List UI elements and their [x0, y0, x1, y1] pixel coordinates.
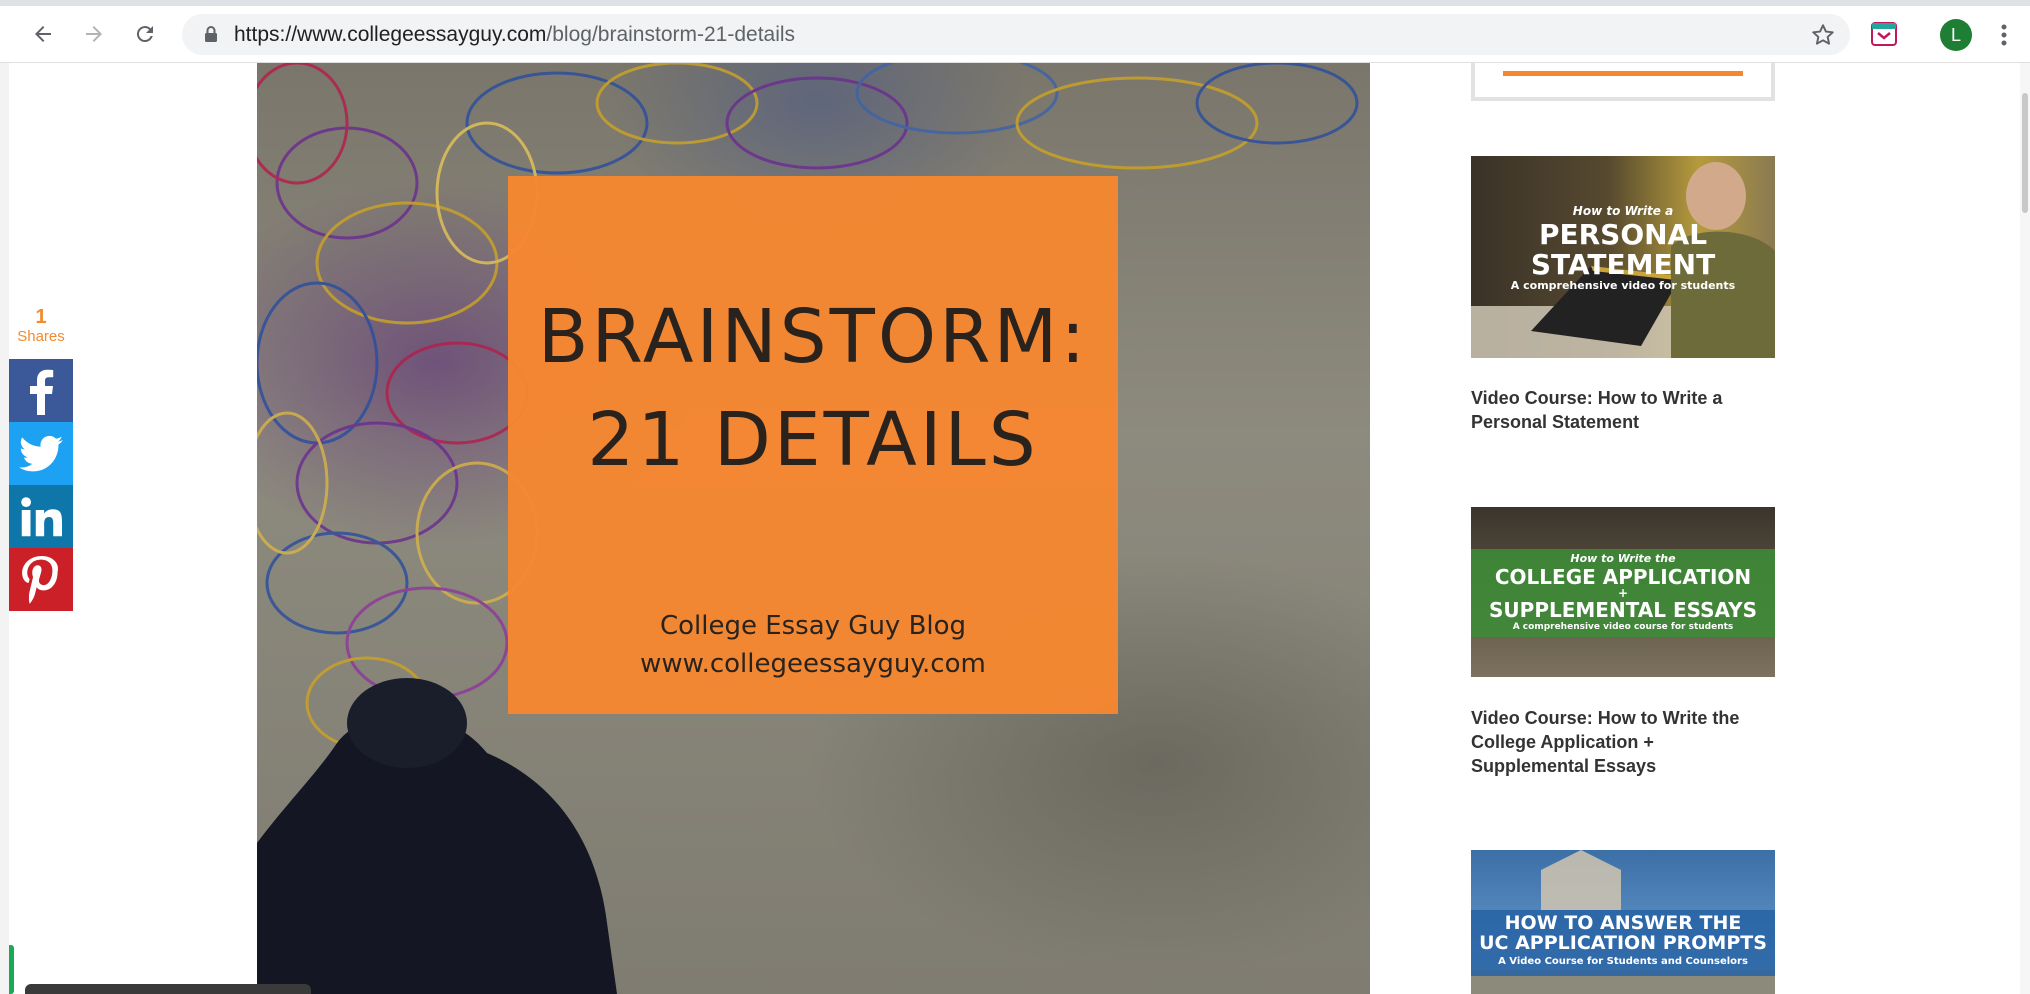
reload-button[interactable]: [127, 16, 163, 52]
back-button[interactable]: [25, 16, 61, 52]
linkedin-icon: [21, 496, 62, 536]
bookmark-star-icon[interactable]: [1810, 22, 1836, 48]
hero-subtitle: College Essay Guy Blog www.collegeessayg…: [640, 611, 986, 679]
pinterest-icon: [22, 555, 59, 604]
scrollbar-thumb[interactable]: [2022, 93, 2028, 213]
reload-icon: [136, 26, 153, 43]
facebook-share-button[interactable]: [9, 359, 73, 422]
card-accent-line: [1503, 71, 1743, 76]
browser-toolbar: https://www.collegeessayguy.com/blog/bra…: [0, 6, 2030, 63]
title-card: BRAINSTORM: 21 DETAILS College Essay Guy…: [508, 176, 1118, 714]
left-edge: [0, 63, 9, 994]
facebook-icon: [30, 369, 54, 415]
share-count-number: 1: [35, 306, 47, 328]
bottom-notification-bar[interactable]: [25, 984, 311, 994]
twitter-share-button[interactable]: [9, 422, 73, 485]
arrow-right-icon: [86, 26, 102, 42]
share-count-label: Shares: [17, 328, 65, 345]
profile-avatar[interactable]: L: [1940, 19, 1972, 51]
page-scrollbar[interactable]: [2020, 63, 2030, 994]
pinterest-share-button[interactable]: [9, 548, 73, 611]
college-application-course-link[interactable]: Video Course: How to Write the College A…: [1471, 706, 1775, 778]
personal-statement-course-link[interactable]: Video Course: How to Write a Personal St…: [1471, 386, 1775, 434]
sidebar-previous-card[interactable]: [1471, 63, 1775, 101]
url-text: https://www.collegeessayguy.com/blog/bra…: [234, 23, 796, 46]
forward-button[interactable]: [76, 16, 112, 52]
address-bar[interactable]: https://www.collegeessayguy.com/blog/bra…: [182, 14, 1850, 55]
twitter-icon: [19, 435, 63, 471]
arrow-left-icon: [35, 26, 51, 42]
chat-widget-tab[interactable]: [9, 945, 14, 994]
college-application-course-image[interactable]: How to Write the COLLEGE APPLICATION + S…: [1471, 507, 1775, 677]
hero-image: BRAINSTORM: 21 DETAILS College Essay Guy…: [257, 63, 1370, 994]
share-count: 1 Shares: [9, 306, 73, 346]
kebab-menu-icon[interactable]: [1996, 20, 2012, 50]
linkedin-share-button[interactable]: [9, 485, 73, 548]
uc-prompts-course-image[interactable]: HOW TO ANSWER THE UC APPLICATION PROMPTS…: [1471, 850, 1775, 994]
personal-statement-course-image[interactable]: How to Write a PERSONAL STATEMENT A comp…: [1471, 156, 1775, 358]
lock-icon: [205, 26, 217, 42]
page-viewport: 1 Shares BRAINSTORM: 21 DETAILS College …: [0, 63, 2030, 994]
pocket-extension-icon[interactable]: [1870, 20, 1898, 48]
hero-title: BRAINSTORM: 21 DETAILS: [537, 294, 1089, 483]
